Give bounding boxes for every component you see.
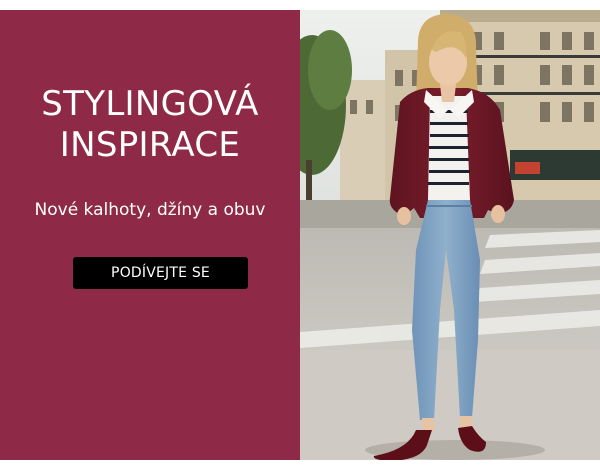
headline-line-2: INSPIRACE	[59, 125, 241, 165]
headline: STYLINGOVÁ INSPIRACE	[0, 84, 300, 166]
promo-banner[interactable]: STYLINGOVÁ INSPIRACE Nové kalhoty, džíny…	[0, 10, 600, 460]
hero-photo[interactable]	[300, 10, 600, 460]
shop-now-button[interactable]: PODÍVEJTE SE	[73, 257, 248, 289]
hero-photo-illustration	[300, 10, 600, 460]
subtitle: Nové kalhoty, džíny a obuv	[34, 200, 266, 220]
headline-line-1: STYLINGOVÁ	[41, 84, 259, 124]
promo-text-panel: STYLINGOVÁ INSPIRACE Nové kalhoty, džíny…	[0, 10, 300, 460]
